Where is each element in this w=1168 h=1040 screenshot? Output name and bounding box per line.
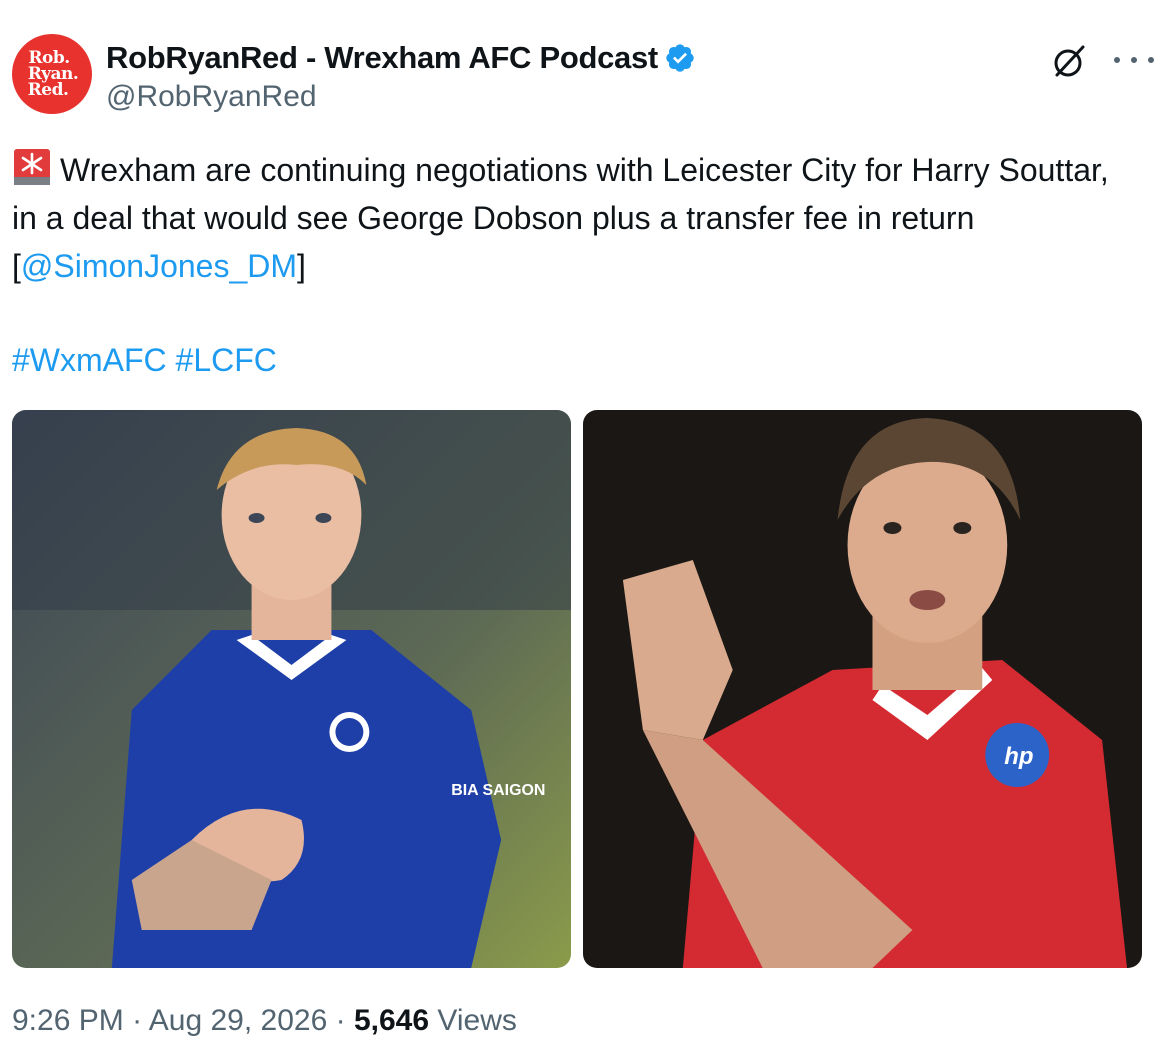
tweet-date[interactable]: Aug 29, 2026 xyxy=(149,1004,328,1037)
handle[interactable]: @RobRyanRed xyxy=(106,80,696,114)
meta-separator: · xyxy=(335,1004,346,1037)
sponsor-text: BIA SAIGON xyxy=(451,782,545,799)
tweet-text-end: ] xyxy=(297,248,306,284)
views-label: Views xyxy=(437,1004,517,1037)
verified-badge-icon[interactable] xyxy=(664,42,696,74)
more-icon[interactable] xyxy=(1114,48,1154,72)
tweet-time[interactable]: 9:26 PM xyxy=(12,1004,124,1037)
rotating-light-emoji-icon xyxy=(14,149,50,185)
tweet-text: Wrexham are continuing negotiations with… xyxy=(12,146,1132,290)
hashtag-link[interactable]: #LCFC xyxy=(176,342,277,378)
meta-separator: · xyxy=(132,1004,143,1037)
tweet-header: Rob. Ryan. Red. RobRyanRed - Wrexham AFC… xyxy=(12,34,1156,114)
avatar-text-line-3: Red. xyxy=(27,80,69,101)
photo-wrexham-player[interactable]: hp xyxy=(583,410,1142,968)
mention-link[interactable]: @SimonJones_DM xyxy=(21,248,297,284)
hashtag-link[interactable]: #WxmAFC xyxy=(12,342,167,378)
avatar[interactable]: Rob. Ryan. Red. xyxy=(12,34,92,114)
views-count: 5,646 xyxy=(353,1004,430,1037)
photo-leicester-player[interactable]: BIA SAIGON xyxy=(12,410,571,968)
media-grid: BIA SAIGON hp xyxy=(12,410,1142,968)
author-names: RobRyanRed - Wrexham AFC Podcast @RobRya… xyxy=(106,38,696,114)
grok-icon[interactable] xyxy=(1050,42,1088,80)
tweet-meta: 9:26 PM · Aug 29, 2026 · 5,646 Views xyxy=(12,1004,517,1038)
sponsor-logo-text: hp xyxy=(1004,743,1033,770)
display-name[interactable]: RobRyanRed - Wrexham AFC Podcast xyxy=(106,40,658,76)
hashtags: #WxmAFC #LCFC xyxy=(12,336,277,384)
